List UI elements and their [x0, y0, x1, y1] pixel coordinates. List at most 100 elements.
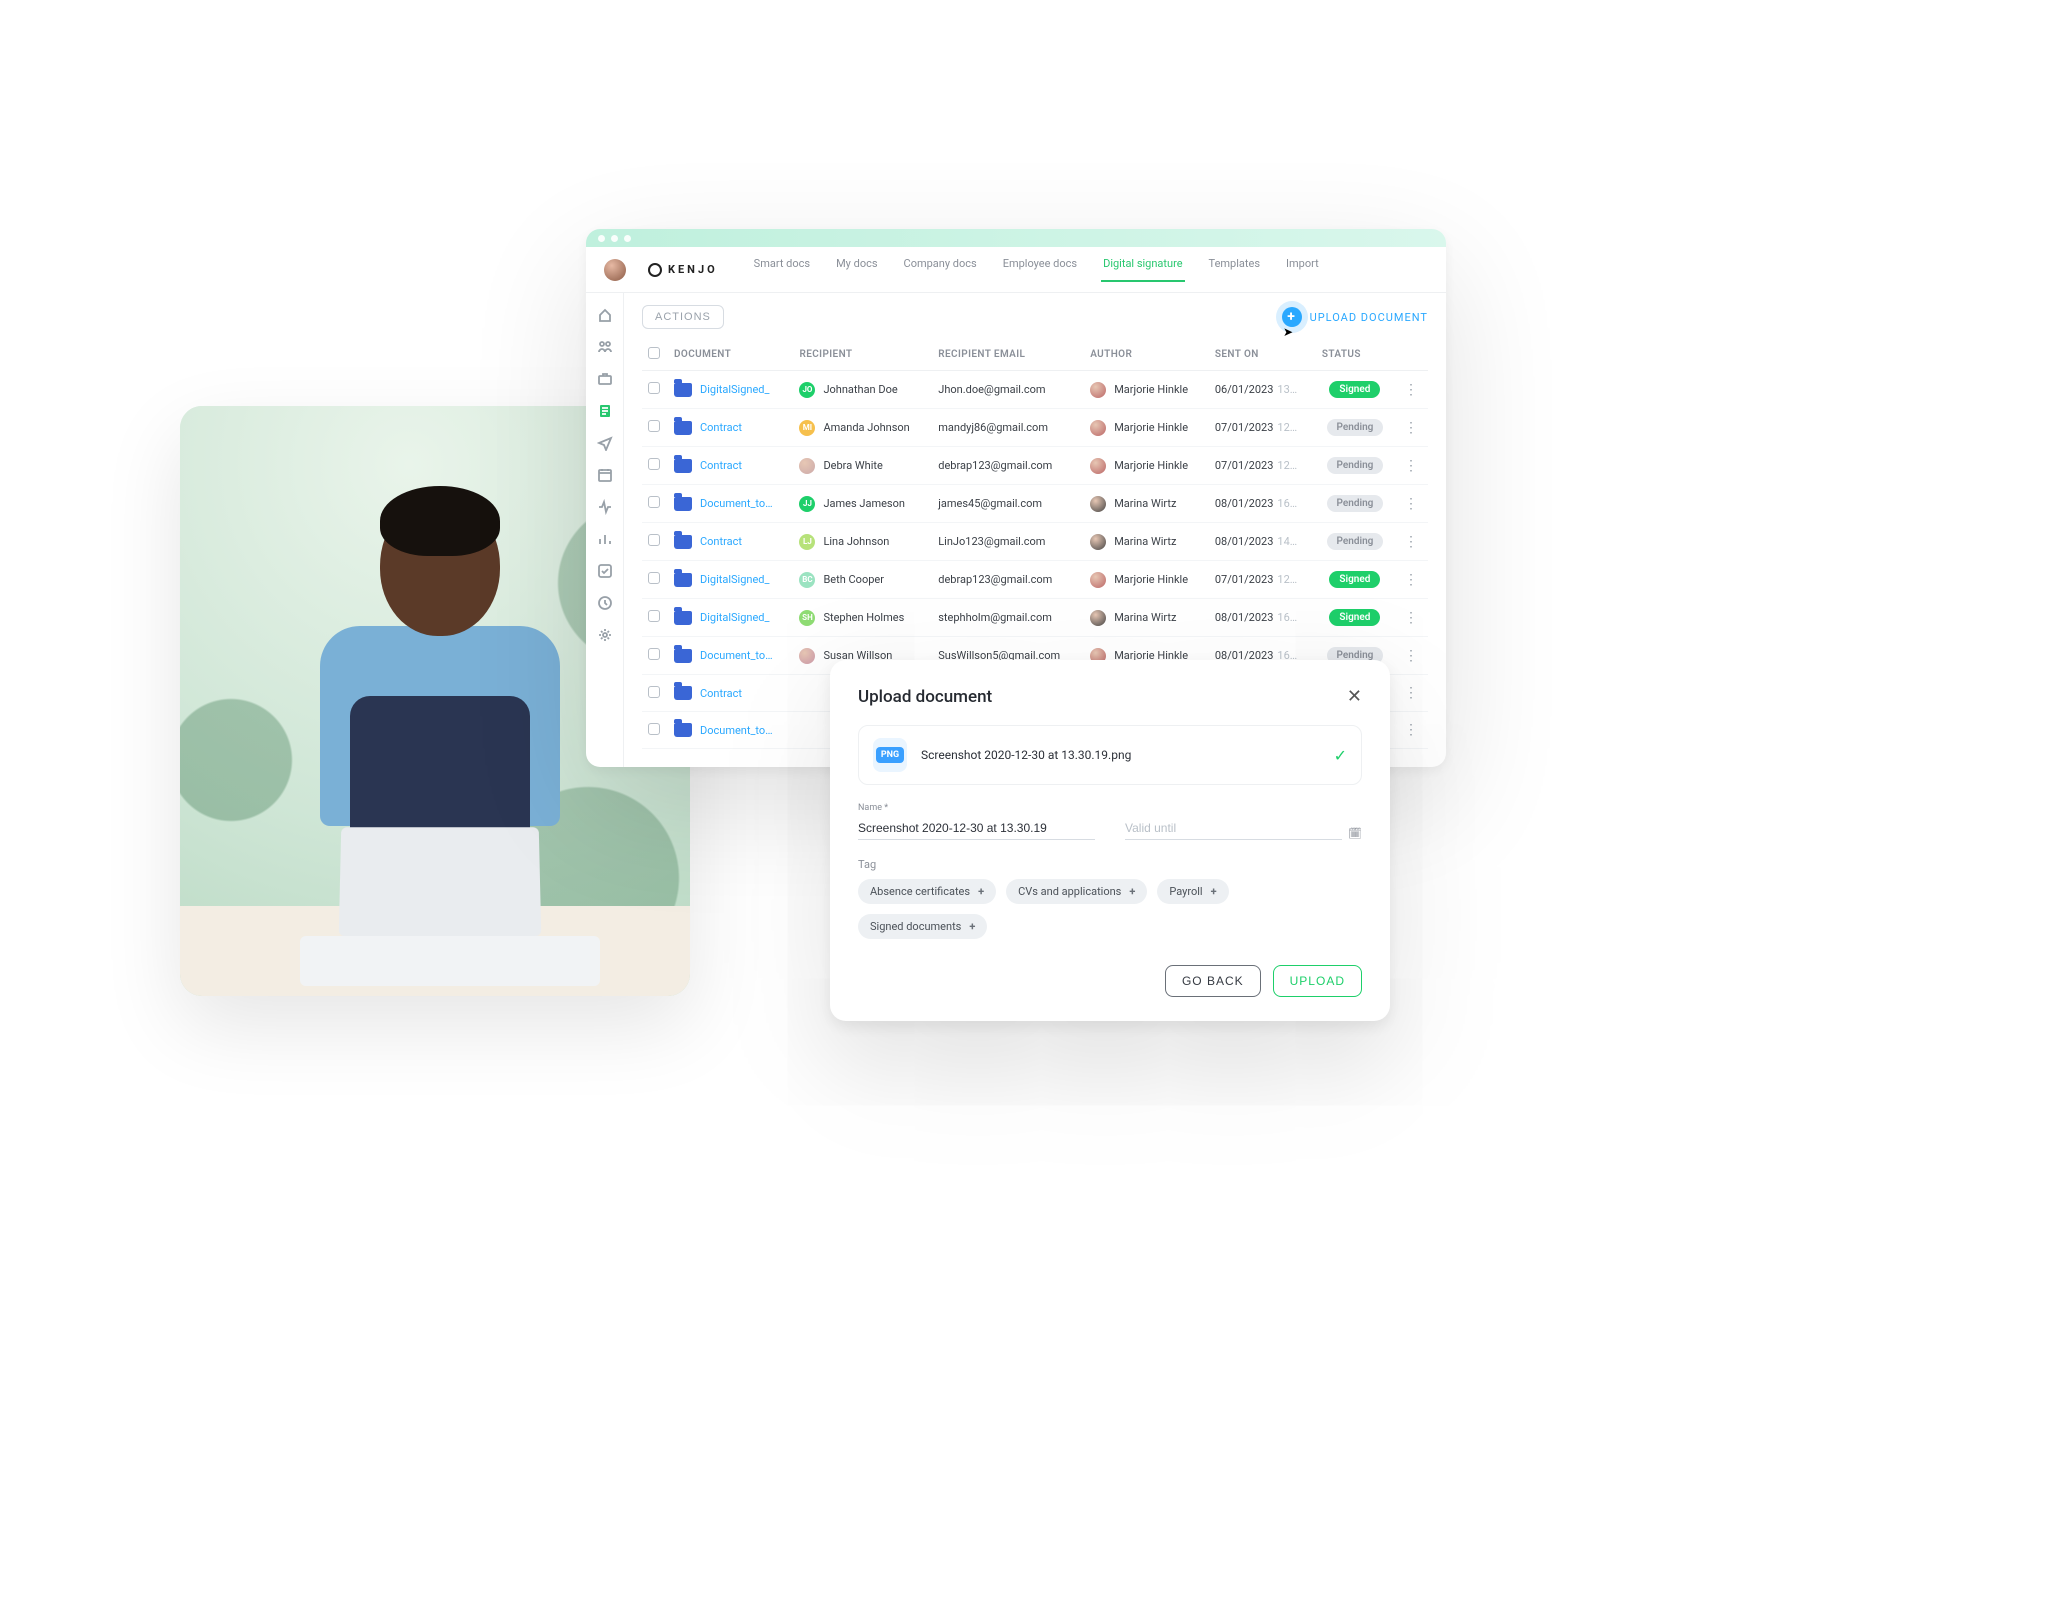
sent-on: 06/01/202313… — [1209, 371, 1316, 409]
col-sent-on: SENT ON — [1209, 339, 1316, 371]
tab-smart-docs[interactable]: Smart docs — [752, 257, 812, 282]
tag-cvs-and-applications[interactable]: CVs and applications+ — [1006, 879, 1147, 904]
folder-icon — [674, 459, 692, 473]
upload-button[interactable]: UPLOAD — [1273, 965, 1362, 997]
nav-gear-icon[interactable] — [597, 627, 613, 643]
document-link[interactable]: DigitalSigned_ — [674, 611, 787, 625]
nav-checkbox-icon[interactable] — [597, 563, 613, 579]
go-back-button[interactable]: GO BACK — [1165, 965, 1261, 997]
row-menu-icon[interactable]: ⋮ — [1400, 458, 1422, 474]
document-link[interactable]: Contract — [674, 535, 787, 549]
tag-absence-certificates[interactable]: Absence certificates+ — [858, 879, 996, 904]
document-link[interactable]: DigitalSigned_ — [674, 383, 787, 397]
user-avatar[interactable] — [604, 259, 626, 281]
table-row: Document_to…JJJames Jamesonjames45@gmail… — [642, 485, 1428, 523]
nav-briefcase-icon[interactable] — [597, 371, 613, 387]
check-icon: ✓ — [1334, 746, 1347, 765]
actions-button[interactable]: ACTIONS — [642, 305, 724, 329]
table-row: ContractLJLina JohnsonLinJo123@gmail.com… — [642, 523, 1428, 561]
row-checkbox[interactable] — [648, 572, 660, 584]
row-menu-icon[interactable]: ⋮ — [1400, 496, 1422, 512]
recipient: JOJohnathan Doe — [799, 382, 926, 398]
tab-my-docs[interactable]: My docs — [834, 257, 879, 282]
sent-on: 07/01/202312… — [1209, 409, 1316, 447]
nav-activity-icon[interactable] — [597, 499, 613, 515]
select-all-checkbox[interactable] — [648, 347, 660, 359]
avatar — [1090, 572, 1106, 588]
tab-templates[interactable]: Templates — [1207, 257, 1262, 282]
avatar: LJ — [799, 534, 815, 550]
avatar — [1090, 610, 1106, 626]
row-menu-icon[interactable]: ⋮ — [1400, 685, 1422, 701]
file-name: Screenshot 2020-12-30 at 13.30.19.png — [921, 748, 1320, 762]
document-link[interactable]: Contract — [674, 686, 787, 700]
row-menu-icon[interactable]: ⋮ — [1400, 610, 1422, 626]
avatar — [799, 648, 815, 664]
document-link[interactable]: Document_to… — [674, 649, 787, 663]
window-titlebar — [586, 229, 1446, 247]
status-badge: Signed — [1329, 609, 1380, 626]
tag-signed-documents[interactable]: Signed documents+ — [858, 914, 987, 939]
nav-bar-chart-icon[interactable] — [597, 531, 613, 547]
nav-clock-icon[interactable] — [597, 595, 613, 611]
nav-docs-icon[interactable] — [597, 403, 613, 419]
avatar — [799, 458, 815, 474]
row-checkbox[interactable] — [648, 723, 660, 735]
col-document: DOCUMENT — [668, 339, 793, 371]
plus-icon: + — [969, 920, 975, 933]
row-checkbox[interactable] — [648, 610, 660, 622]
row-checkbox[interactable] — [648, 648, 660, 660]
document-link[interactable]: DigitalSigned_ — [674, 573, 787, 587]
nav-plane-icon[interactable] — [597, 435, 613, 451]
table-row: ContractMIAmanda Johnsonmandyj86@gmail.c… — [642, 409, 1428, 447]
plus-icon: + — [1129, 885, 1135, 898]
upload-document-button[interactable]: + UPLOAD DOCUMENT ➤ — [1282, 307, 1428, 327]
row-menu-icon[interactable]: ⋮ — [1400, 420, 1422, 436]
status-badge: Signed — [1329, 381, 1380, 398]
tag-section-label: Tag — [858, 858, 1362, 871]
file-type-icon: PNG — [873, 738, 907, 772]
row-checkbox[interactable] — [648, 686, 660, 698]
row-menu-icon[interactable]: ⋮ — [1400, 648, 1422, 664]
tag-payroll[interactable]: Payroll+ — [1157, 879, 1228, 904]
table-row: ContractDebra Whitedebrap123@gmail.comMa… — [642, 447, 1428, 485]
row-menu-icon[interactable]: ⋮ — [1400, 722, 1422, 738]
document-link[interactable]: Document_to… — [674, 497, 787, 511]
recipient-email: debrap123@gmail.com — [932, 447, 1084, 485]
topbar: KENJO Smart docs My docs Company docs Emplo… — [586, 247, 1446, 293]
row-checkbox[interactable] — [648, 420, 660, 432]
col-recipient: RECIPIENT — [793, 339, 932, 371]
tab-company-docs[interactable]: Company docs — [902, 257, 979, 282]
row-menu-icon[interactable]: ⋮ — [1400, 382, 1422, 398]
brand-name: KENJO — [668, 263, 718, 276]
recipient-email: debrap123@gmail.com — [932, 561, 1084, 599]
nav-calendar-icon[interactable] — [597, 467, 613, 483]
document-link[interactable]: Contract — [674, 459, 787, 473]
valid-until-input[interactable] — [1125, 817, 1342, 840]
name-input[interactable] — [858, 817, 1095, 840]
row-checkbox[interactable] — [648, 534, 660, 546]
row-menu-icon[interactable]: ⋮ — [1400, 534, 1422, 550]
nav-home-icon[interactable] — [597, 307, 613, 323]
sent-on: 08/01/202316… — [1209, 485, 1316, 523]
row-checkbox[interactable] — [648, 496, 660, 508]
table-row: DigitalSigned_SHStephen Holmesstephholm@… — [642, 599, 1428, 637]
document-link[interactable]: Contract — [674, 421, 787, 435]
brand-logo: KENJO — [648, 263, 718, 277]
folder-icon — [674, 649, 692, 663]
folder-icon — [674, 421, 692, 435]
row-checkbox[interactable] — [648, 382, 660, 394]
tab-employee-docs[interactable]: Employee docs — [1001, 257, 1079, 282]
tab-digital-signature[interactable]: Digital signature — [1101, 257, 1184, 282]
avatar — [1090, 496, 1106, 512]
folder-icon — [674, 535, 692, 549]
row-menu-icon[interactable]: ⋮ — [1400, 572, 1422, 588]
nav-people-icon[interactable] — [597, 339, 613, 355]
avatar: BC — [799, 572, 815, 588]
calendar-icon[interactable]: 🗓 — [1348, 827, 1362, 840]
document-link[interactable]: Document_to… — [674, 723, 787, 737]
folder-icon — [674, 383, 692, 397]
tab-import[interactable]: Import — [1284, 257, 1321, 282]
close-icon[interactable]: ✕ — [1347, 686, 1362, 707]
row-checkbox[interactable] — [648, 458, 660, 470]
